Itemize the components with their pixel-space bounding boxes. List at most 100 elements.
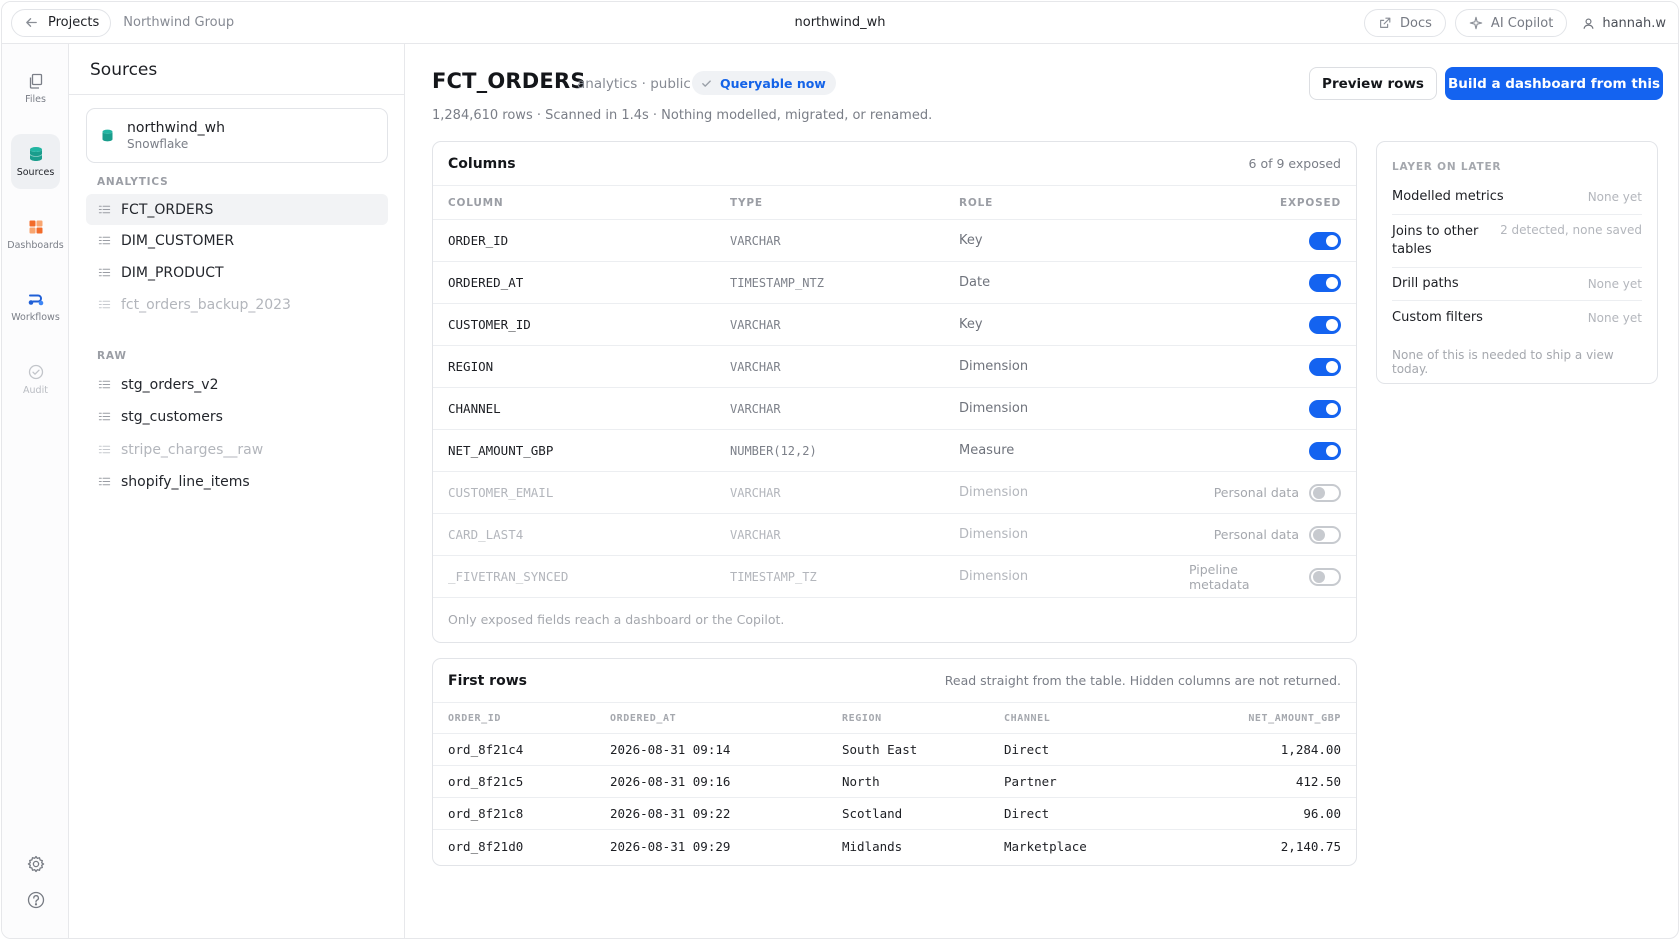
source-table-label: FCT_ORDERS (121, 201, 214, 218)
exposed-toggle[interactable] (1309, 273, 1341, 292)
help-button[interactable] (26, 890, 46, 910)
back-button-label: Projects (48, 15, 100, 30)
column-header-role: ROLE (959, 196, 994, 209)
ai-copilot-button[interactable]: AI Copilot (1454, 9, 1568, 37)
workflows-icon (28, 294, 43, 306)
columns-title: Columns (448, 155, 516, 172)
connection-name: northwind_wh (127, 120, 225, 136)
toggle-knob (1326, 360, 1338, 373)
table-row: NET_AMOUNT_GBP NUMBER(12,2) Measure (433, 430, 1356, 472)
later-item[interactable]: Joins to other tables 2 detected, none s… (1392, 215, 1642, 268)
table-row: ord_8f21c5 2026-08-31 09:16 North Partner 41… (433, 766, 1356, 798)
exposed-toggle[interactable] (1309, 567, 1341, 586)
divider (69, 94, 404, 95)
column-name: CHANNEL (448, 401, 501, 416)
column-type: NUMBER(12,2) (730, 443, 817, 458)
source-table-label: stripe_charges__raw (121, 441, 264, 458)
column-type: TIMESTAMP_TZ (730, 569, 817, 584)
rows-header-cell: ORDER_ID (448, 712, 501, 724)
table-list-icon (98, 300, 111, 309)
layer-on-later-label: LAYER ON LATER (1392, 161, 1502, 173)
toggle-knob (1326, 276, 1338, 289)
rail-item-sources[interactable]: Sources (11, 134, 60, 189)
user-icon (1583, 17, 1594, 29)
rail-item-workflows[interactable]: Workflows (11, 279, 60, 334)
sources-title: Sources (90, 60, 158, 80)
first-rows-meta: Read straight from the table. Hidden col… (944, 673, 1341, 688)
column-role: Key (959, 317, 983, 332)
database-icon (102, 129, 113, 142)
rows-header-cell: REGION (842, 712, 882, 724)
column-name: _FIVETRAN_SYNCED (448, 569, 569, 584)
toggle-knob (1326, 402, 1338, 415)
docs-label: Docs (1400, 15, 1432, 31)
column-type: VARCHAR (730, 401, 781, 416)
column-type: VARCHAR (730, 359, 781, 374)
column-name: REGION (448, 359, 494, 374)
exposed-toggle[interactable] (1309, 441, 1341, 460)
source-table-label: DIM_CUSTOMER (121, 232, 235, 249)
top-bar: Projects Northwind Group northwind_wh Do… (2, 2, 1678, 44)
column-name: CUSTOMER_ID (448, 317, 531, 332)
source-table-item[interactable]: shopify_line_items (86, 466, 388, 497)
table-list-icon (98, 236, 111, 245)
breadcrumb[interactable]: Northwind Group (123, 15, 234, 30)
exposed-toggle[interactable] (1309, 525, 1341, 544)
later-item-value: None yet (1587, 190, 1642, 204)
column-exposed-cell: Personal data (1189, 525, 1341, 544)
source-table-item[interactable]: fct_orders_backup_2023 (86, 289, 388, 320)
rows-header-cell: NET_AMOUNT_GBP (1248, 712, 1341, 724)
rail-item-audit[interactable]: Audit (11, 352, 60, 407)
later-item[interactable]: Drill paths None yet (1392, 268, 1642, 301)
group-label-raw: RAW (97, 350, 127, 362)
source-table-item[interactable]: FCT_ORDERS (86, 194, 388, 225)
external-link-icon (1380, 17, 1391, 28)
later-item-value: None yet (1587, 277, 1642, 291)
source-table-item[interactable]: DIM_CUSTOMER (86, 225, 388, 256)
columns-card: Columns 6 of 9 exposed COLUMN TYPE ROLE … (432, 141, 1357, 643)
exposed-toggle[interactable] (1309, 357, 1341, 376)
table-cell: North (842, 774, 880, 789)
exposed-toggle[interactable] (1309, 399, 1341, 418)
source-table-item[interactable]: stripe_charges__raw (86, 434, 388, 465)
source-table-item[interactable]: DIM_PRODUCT (86, 257, 388, 288)
rail-item-files[interactable]: Files (11, 61, 60, 116)
table-cell: 1,284.00 (1280, 742, 1341, 757)
rail-item-dashboards[interactable]: Dashboards (7, 207, 64, 262)
exposed-toggle[interactable] (1309, 483, 1341, 502)
source-table-item[interactable]: stg_orders_v2 (86, 369, 388, 400)
table-cell: ord_8f21c8 (448, 806, 524, 821)
table-list-icon (98, 477, 111, 486)
later-item-value: 2 detected, none saved (1500, 223, 1642, 237)
later-note: None of this is needed to ship a view to… (1392, 348, 1614, 376)
status-badge: Queryable now (692, 71, 836, 95)
column-role: Date (959, 275, 991, 290)
column-type: VARCHAR (730, 317, 781, 332)
preview-rows-button[interactable]: Preview rows (1309, 67, 1437, 100)
table-cell: ord_8f21c4 (448, 742, 524, 757)
column-role: Key (959, 233, 983, 248)
connection-card[interactable]: northwind_wh Snowflake (86, 108, 388, 163)
settings-button[interactable] (26, 854, 46, 874)
user-menu[interactable]: hannah.w (1576, 16, 1666, 31)
later-item[interactable]: Custom filters None yet (1392, 301, 1642, 334)
exposed-toggle[interactable] (1309, 231, 1341, 250)
files-icon (29, 73, 42, 89)
table-row: ord_8f21c4 2026-08-31 09:14 South East Dire… (433, 734, 1356, 766)
column-type: TIMESTAMP_NTZ (730, 275, 824, 290)
later-item[interactable]: Modelled metrics None yet (1392, 180, 1642, 215)
rows-list: ord_8f21c4 2026-08-31 09:14 South East Dire… (433, 734, 1356, 862)
toggle-knob (1313, 528, 1325, 541)
icon-rail: Files Sources Dashboards Workflows Audit (2, 44, 69, 938)
source-table-item[interactable]: stg_customers (86, 401, 388, 432)
back-to-projects-button[interactable]: Projects (11, 8, 112, 37)
table-summary: 1,284,610 rows · Scanned in 1.4s · Nothi… (432, 108, 933, 123)
sources-panel: Sources northwind_wh Snowflake ANALYTICS… (69, 44, 405, 938)
source-table-label: stg_customers (121, 408, 223, 425)
main-content: FCT_ORDERS analytics · public Queryable … (405, 44, 1678, 938)
exposed-toggle[interactable] (1309, 315, 1341, 334)
column-exposed-cell: Pipeline metadata (1189, 562, 1341, 592)
build-dashboard-button[interactable]: Build a dashboard from this (1445, 67, 1663, 100)
docs-button[interactable]: Docs (1364, 9, 1446, 37)
column-role: Measure (959, 443, 1015, 458)
